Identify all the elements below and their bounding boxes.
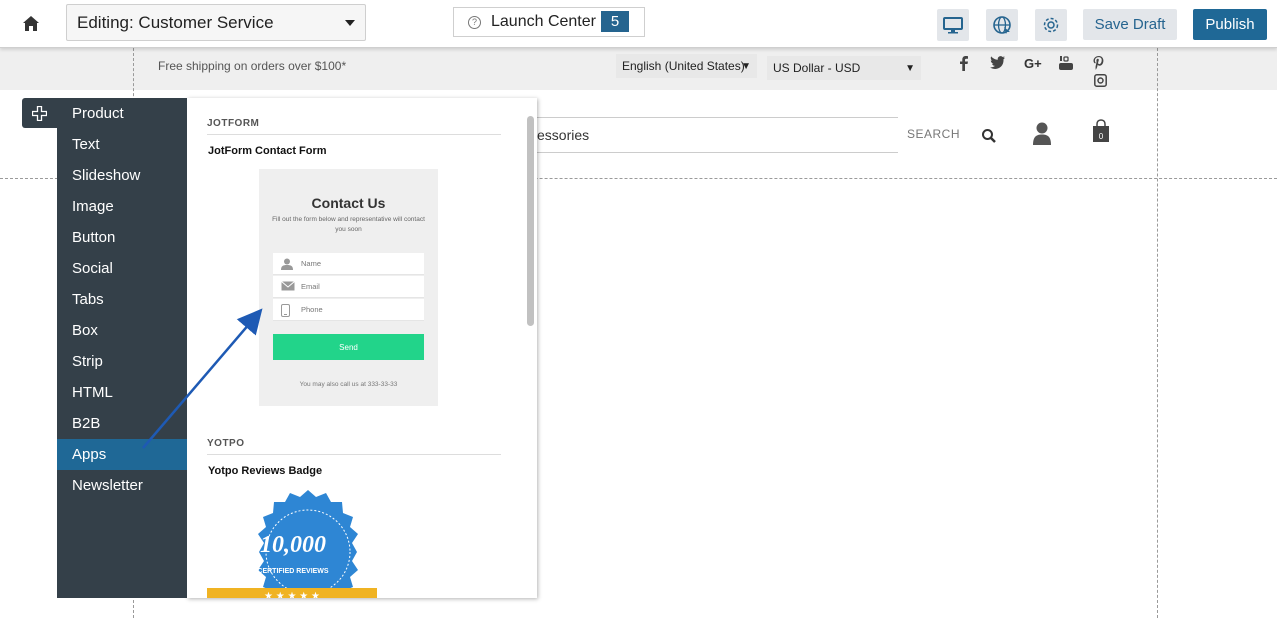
section-label-jotform: JOTFORM	[207, 118, 260, 129]
search-input-value: essories	[537, 127, 590, 143]
currency-value: US Dollar - USD	[773, 61, 861, 75]
sidebar-item-tabs[interactable]: Tabs	[57, 284, 187, 315]
cart-count: 0	[1098, 132, 1104, 141]
caret-down-icon: ▼	[741, 60, 751, 72]
free-shipping-text: Free shipping on orders over $100*	[158, 59, 347, 73]
pinterest-icon[interactable]	[1093, 56, 1105, 73]
sidebar-item-image[interactable]: Image	[57, 191, 187, 222]
gear-icon	[1043, 17, 1059, 33]
launch-center-label: Launch Center	[491, 13, 596, 30]
search-label[interactable]: SEARCH	[907, 127, 960, 141]
jotform-contact-form-thumbnail[interactable]: Contact Us Fill out the form below and r…	[259, 169, 438, 406]
twitter-icon[interactable]	[990, 56, 1005, 72]
plus-icon	[32, 105, 47, 121]
desktop-preview-button[interactable]	[937, 9, 969, 41]
contact-form-name-label: Name	[301, 259, 322, 268]
page-select-label: Editing: Customer Service	[77, 12, 274, 32]
help-icon: ?	[468, 15, 481, 29]
badge-text: CERTIFIED REVIEWS	[257, 568, 329, 575]
sidebar-item-button[interactable]: Button	[57, 222, 187, 253]
currency-select[interactable]: US Dollar - USD ▼	[767, 56, 921, 80]
apps-panel: JOTFORM JotForm Contact Form Contact Us …	[187, 98, 537, 598]
save-draft-button[interactable]: Save Draft	[1083, 9, 1177, 40]
sidebar-item-slideshow[interactable]: Slideshow	[57, 160, 187, 191]
contact-form-email-field: Email	[273, 276, 424, 298]
language-select[interactable]: English (United States) ▼	[616, 54, 757, 78]
svg-text:★ ★ ★ ★ ★: ★ ★ ★ ★ ★	[264, 591, 320, 598]
desktop-icon	[943, 16, 963, 33]
caret-down-icon: ▼	[905, 62, 915, 74]
facebook-icon[interactable]	[960, 56, 968, 74]
yotpo-reviews-badge-thumbnail[interactable]: ★ ★ ★ ★ ★ 10,000 CERTIFIED REVIEWS	[207, 476, 382, 598]
page-select-dropdown[interactable]: Editing: Customer Service	[66, 4, 366, 41]
element-category-sidebar: Product Text Slideshow Image Button Soci…	[57, 98, 187, 598]
section-divider	[207, 454, 501, 455]
phone-icon	[281, 304, 290, 317]
globe-icon	[993, 16, 1011, 34]
sidebar-item-newsletter[interactable]: Newsletter	[57, 470, 187, 501]
language-value: English (United States)	[622, 59, 745, 73]
publish-button[interactable]: Publish	[1193, 9, 1267, 40]
chevron-down-icon	[345, 20, 355, 26]
contact-form-subtitle: Fill out the form below and representati…	[272, 216, 425, 233]
contact-form-send-button: Send	[273, 334, 424, 360]
sidebar-item-social[interactable]: Social	[57, 253, 187, 284]
contact-form-title: Contact Us	[311, 195, 386, 211]
search-icon[interactable]	[981, 128, 997, 144]
home-icon[interactable]	[18, 10, 44, 36]
account-icon[interactable]	[1032, 121, 1052, 145]
sidebar-item-text[interactable]: Text	[57, 129, 187, 160]
add-element-button[interactable]	[22, 98, 57, 128]
widget-title-jotform: JotForm Contact Form	[208, 145, 327, 157]
badge-count: 10,000	[260, 532, 326, 558]
cart-button[interactable]: 0	[1091, 119, 1111, 145]
announcement-bar: Free shipping on orders over $100* Engli…	[0, 48, 1277, 90]
instagram-icon[interactable]	[1094, 74, 1107, 90]
language-button[interactable]	[986, 9, 1018, 41]
settings-button[interactable]	[1035, 9, 1067, 41]
sidebar-item-html[interactable]: HTML	[57, 377, 187, 408]
layout-guide-right	[1157, 48, 1158, 618]
editor-toolbar: Editing: Customer Service ? Launch Cente…	[0, 0, 1277, 48]
google-plus-icon[interactable]: G+	[1024, 56, 1042, 71]
envelope-icon	[281, 281, 295, 291]
sidebar-item-strip[interactable]: Strip	[57, 346, 187, 377]
youtube-icon[interactable]	[1059, 56, 1073, 73]
panel-scrollbar-thumb[interactable]	[527, 116, 534, 326]
contact-form-phone-field: Phone	[273, 299, 424, 321]
contact-form-name-field: Name	[273, 253, 424, 275]
user-icon	[281, 258, 293, 270]
contact-form-email-label: Email	[301, 282, 320, 291]
section-divider	[207, 134, 501, 135]
launch-center-count-badge: 5	[601, 11, 629, 32]
sidebar-item-b2b[interactable]: B2B	[57, 408, 187, 439]
contact-form-phone-label: Phone	[301, 305, 323, 314]
contact-form-footer: You may also call us at 333-33-33	[299, 381, 398, 388]
sidebar-item-product[interactable]: Product	[57, 98, 187, 129]
launch-center-button[interactable]: ? Launch Center 5	[453, 7, 645, 37]
section-label-yotpo: YOTPO	[207, 438, 245, 449]
sidebar-item-apps[interactable]: Apps	[57, 439, 187, 470]
sidebar-item-box[interactable]: Box	[57, 315, 187, 346]
